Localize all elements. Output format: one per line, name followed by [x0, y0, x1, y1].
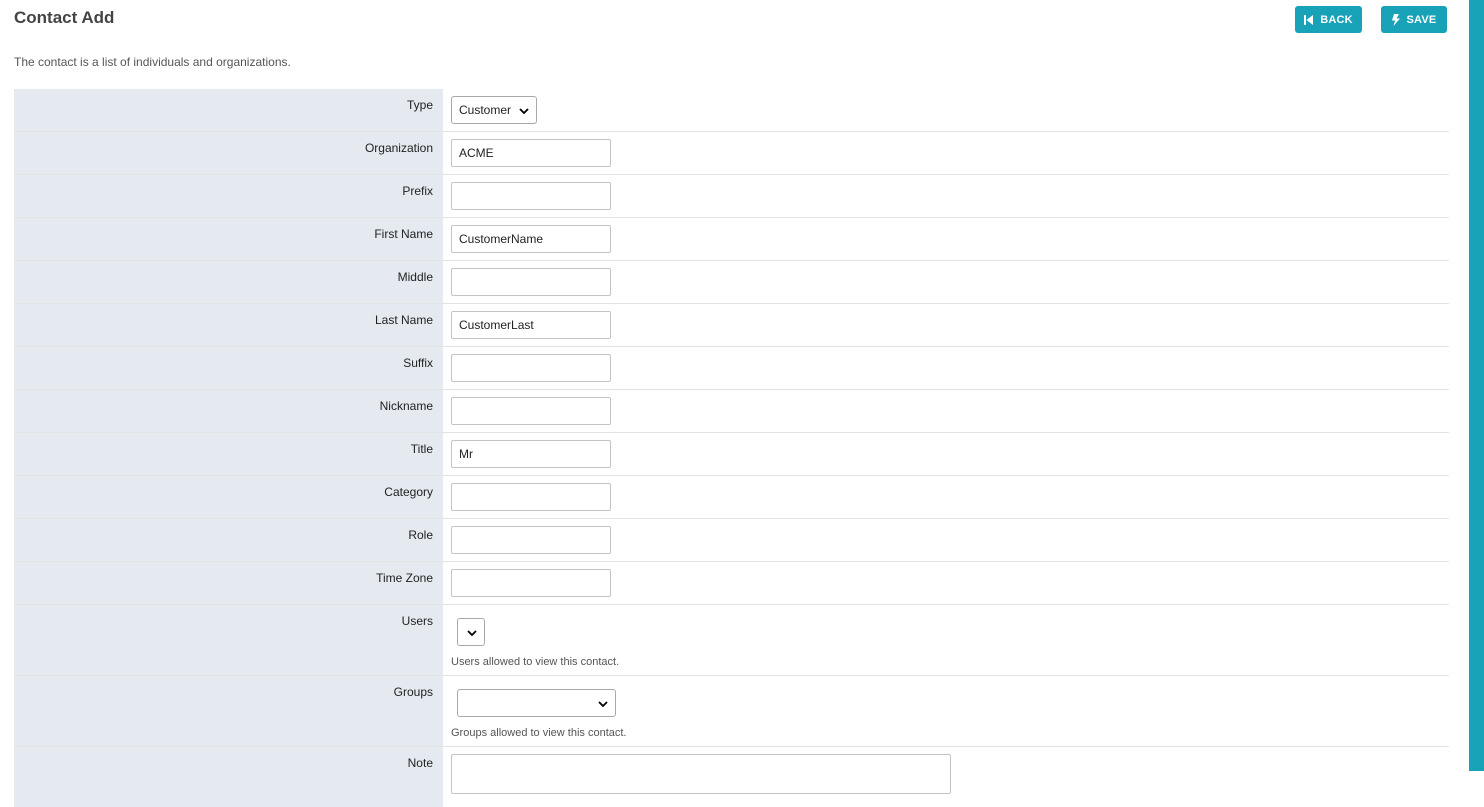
type-select-value: Customer: [459, 103, 512, 117]
groups-label: Groups: [14, 676, 443, 746]
page-title: Contact Add: [14, 8, 115, 27]
form-row-last-name: Last Name: [14, 304, 1449, 347]
category-label: Category: [14, 476, 443, 518]
form-row-title: Title: [14, 433, 1449, 476]
note-textarea[interactable]: [451, 754, 951, 794]
first-name-input[interactable]: [451, 225, 611, 253]
back-button[interactable]: BACK: [1295, 6, 1362, 33]
save-button-label: SAVE: [1406, 13, 1437, 26]
form-row-middle: Middle: [14, 261, 1449, 304]
type-select[interactable]: Customer: [451, 96, 537, 124]
users-select[interactable]: [457, 618, 485, 646]
chevron-down-icon: [467, 625, 477, 639]
title-label: Title: [14, 433, 443, 475]
last-name-label: Last Name: [14, 304, 443, 346]
type-label: Type: [14, 89, 443, 131]
form-row-nickname: Nickname: [14, 390, 1449, 433]
prefix-input[interactable]: [451, 182, 611, 210]
chevron-down-icon: [598, 696, 608, 710]
suffix-input[interactable]: [451, 354, 611, 382]
time-zone-label: Time Zone: [14, 562, 443, 604]
form-row-category: Category: [14, 476, 1449, 519]
nickname-input[interactable]: [451, 397, 611, 425]
chevron-down-icon: [519, 103, 529, 117]
users-help-text: Users allowed to view this contact.: [451, 656, 620, 668]
form-row-organization: Organization: [14, 132, 1449, 175]
nickname-label: Nickname: [14, 390, 443, 432]
prefix-label: Prefix: [14, 175, 443, 217]
note-label: Note: [14, 747, 443, 807]
form-row-type: Type Customer: [14, 89, 1449, 132]
page-description: The contact is a list of individuals and…: [14, 55, 291, 69]
form-row-first-name: First Name: [14, 218, 1449, 261]
role-input[interactable]: [451, 526, 611, 554]
skip-back-icon: [1304, 14, 1314, 25]
middle-input[interactable]: [451, 268, 611, 296]
category-input[interactable]: [451, 483, 611, 511]
page-scrollbar[interactable]: [1469, 0, 1484, 771]
role-label: Role: [14, 519, 443, 561]
middle-label: Middle: [14, 261, 443, 303]
form-row-users: Users Users allowed to view this contact…: [14, 605, 1449, 676]
last-name-input[interactable]: [451, 311, 611, 339]
groups-help-text: Groups allowed to view this contact.: [451, 727, 627, 739]
contact-form: Type Customer Organization Prefix First …: [14, 89, 1449, 807]
first-name-label: First Name: [14, 218, 443, 260]
back-button-label: BACK: [1320, 13, 1353, 26]
form-row-groups: Groups Groups allowed to view this conta…: [14, 676, 1449, 747]
form-row-time-zone: Time Zone: [14, 562, 1449, 605]
organization-label: Organization: [14, 132, 443, 174]
save-button[interactable]: SAVE: [1381, 6, 1447, 33]
form-row-role: Role: [14, 519, 1449, 562]
title-input[interactable]: [451, 440, 611, 468]
groups-select[interactable]: [457, 689, 616, 717]
users-label: Users: [14, 605, 443, 675]
time-zone-input[interactable]: [451, 569, 611, 597]
bolt-icon: [1391, 13, 1400, 26]
organization-input[interactable]: [451, 139, 611, 167]
form-row-prefix: Prefix: [14, 175, 1449, 218]
suffix-label: Suffix: [14, 347, 443, 389]
form-row-note: Note: [14, 747, 1449, 807]
form-row-suffix: Suffix: [14, 347, 1449, 390]
